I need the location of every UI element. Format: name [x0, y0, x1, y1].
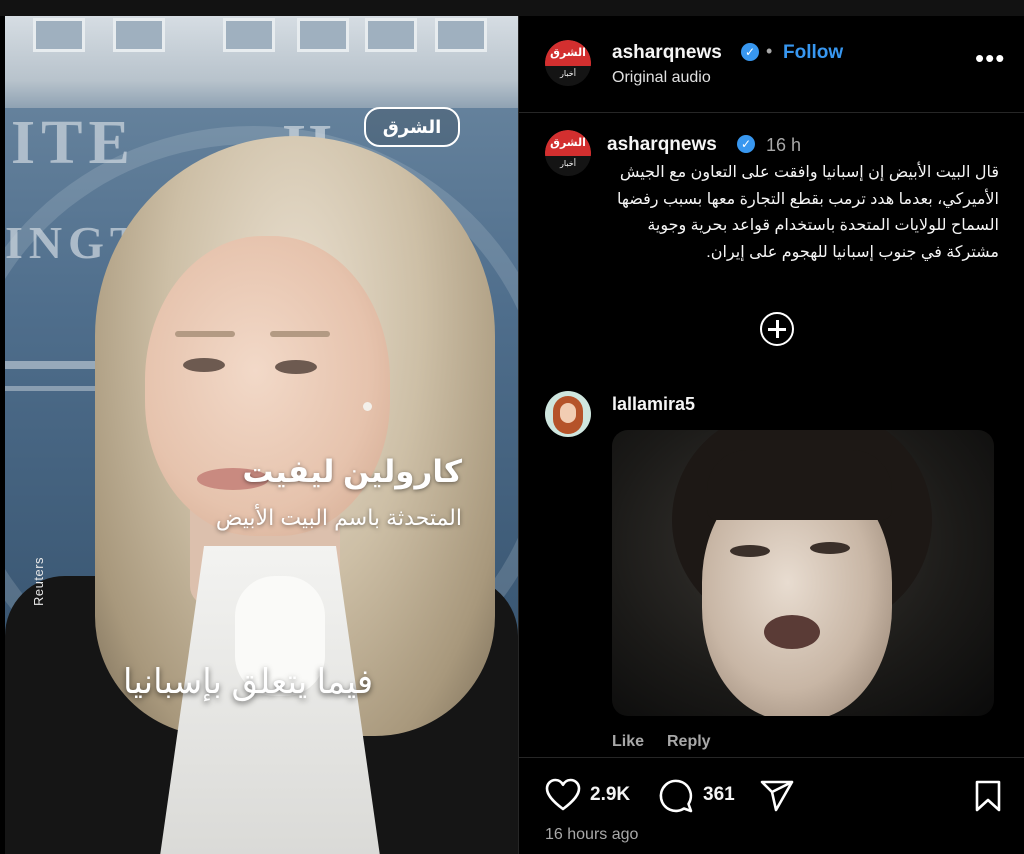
speaker-role-caption: المتحدثة باسم البيت الأبيض — [215, 505, 462, 530]
actions-divider — [519, 757, 1024, 758]
comment-bubble-icon[interactable] — [658, 778, 694, 814]
commenter-username[interactable]: lallamira5 — [612, 394, 695, 415]
gif-fringe — [707, 450, 892, 520]
verified-badge-icon: ✓ — [741, 43, 759, 61]
window-pane — [223, 18, 275, 52]
brow — [270, 331, 330, 337]
add-comment-icon[interactable] — [760, 312, 794, 346]
video-background-wall — [5, 16, 518, 108]
quote-caption: فيما يتعلق بإسبانيا — [123, 663, 374, 701]
reel-video[interactable]: ITE H INGT الشرق كارولين ليفيت المتحدثة … — [5, 16, 518, 854]
video-credit: Reuters — [31, 556, 46, 606]
like-count[interactable]: 2.9K — [590, 784, 630, 806]
post-side-panel: الشرق أخبار asharqnews ✓ • Follow Origin… — [518, 16, 1024, 854]
heart-icon[interactable] — [545, 778, 581, 812]
avatar-sub-text: أخبار — [560, 69, 576, 78]
caption-timestamp[interactable]: 16 h — [766, 135, 801, 156]
browser-top-strip — [0, 0, 1024, 16]
speaker-face — [145, 236, 390, 536]
comment-reply-button[interactable]: Reply — [667, 733, 711, 751]
earring — [363, 402, 372, 411]
eye — [183, 358, 225, 372]
channel-logo-badge: الشرق — [364, 107, 460, 147]
avatar-brand-text: الشرق — [550, 137, 586, 149]
gif-mouth — [764, 615, 820, 649]
caption-username[interactable]: asharqnews — [607, 134, 717, 156]
separator-dot: • — [766, 41, 773, 61]
brow — [175, 331, 235, 337]
comment-gif-image[interactable] — [612, 430, 994, 716]
share-paper-plane-icon[interactable] — [759, 779, 795, 813]
author-username[interactable]: asharqnews — [612, 42, 722, 64]
window-pane — [297, 18, 349, 52]
audio-label[interactable]: Original audio — [612, 69, 711, 87]
header-divider — [519, 112, 1024, 113]
window-pane — [435, 18, 487, 52]
bookmark-icon[interactable] — [973, 779, 1003, 813]
post-caption-text: قال البيت الأبيض إن إسبانيا وافقت على ال… — [617, 164, 999, 261]
gif-eye — [810, 542, 850, 554]
backdrop-text: ITE — [11, 109, 136, 177]
eye — [275, 360, 317, 374]
window-pane — [365, 18, 417, 52]
avatar-brand-text: الشرق — [550, 47, 586, 59]
window-pane — [113, 18, 165, 52]
avatar-sub-text: أخبار — [560, 159, 576, 168]
avatar-face — [560, 403, 576, 423]
speaker-name-caption: كارولين ليفيت — [242, 454, 462, 489]
caption-author-avatar[interactable]: الشرق أخبار — [545, 130, 591, 176]
comment-like-button[interactable]: Like — [612, 733, 644, 751]
post-age: 16 hours ago — [545, 826, 639, 843]
follow-button[interactable]: Follow — [783, 42, 843, 64]
window-pane — [33, 18, 85, 52]
author-avatar[interactable]: الشرق أخبار — [545, 40, 591, 86]
gif-eye — [730, 545, 770, 557]
more-options-icon[interactable]: ••• — [975, 45, 1005, 71]
verified-badge-icon: ✓ — [737, 135, 755, 153]
comment-count[interactable]: 361 — [703, 784, 735, 806]
commenter-avatar[interactable] — [545, 391, 591, 437]
